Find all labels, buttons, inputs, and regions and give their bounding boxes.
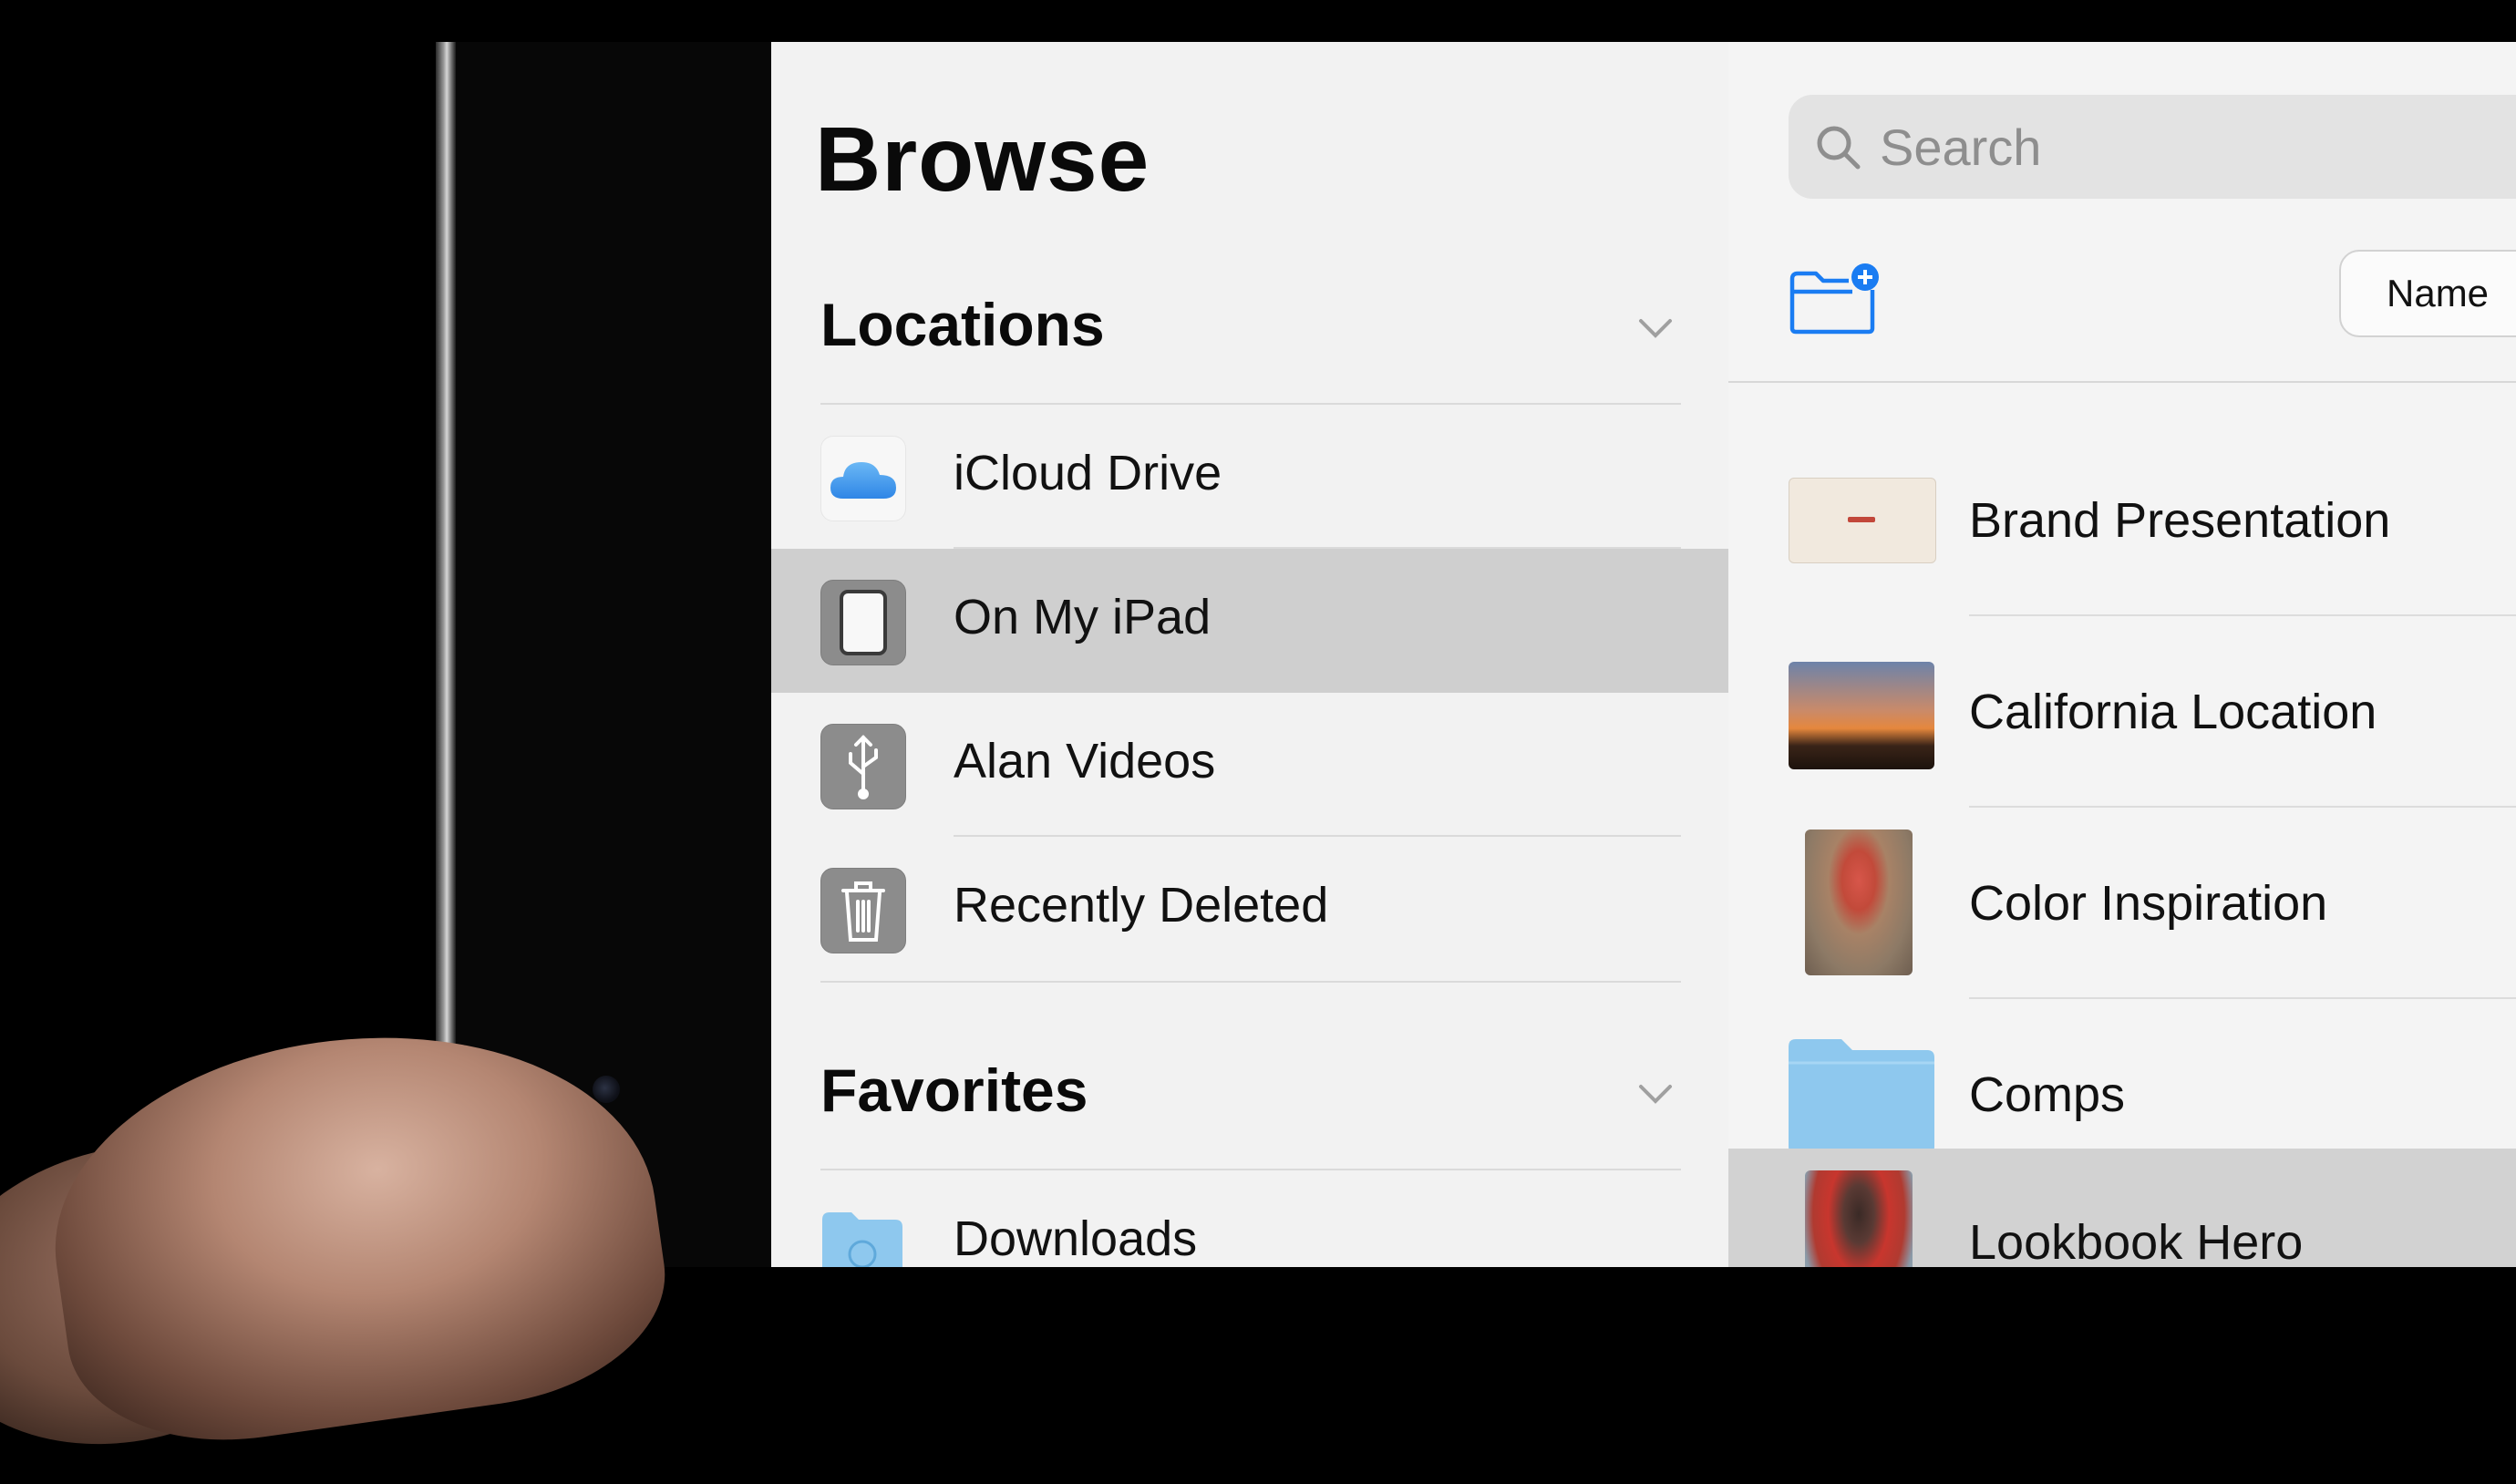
- cloud-icon: [820, 436, 906, 521]
- file-name: Color Inspiration: [1969, 876, 2328, 931]
- trash-icon: [820, 868, 906, 953]
- file-row-color-inspiration[interactable]: Color Inspiration: [1728, 808, 2516, 997]
- sidebar-item-downloads[interactable]: Downloads: [771, 1170, 1728, 1267]
- sidebar-item-label: On My iPad: [954, 590, 1212, 644]
- portrait-photo-thumbnail: [1805, 1170, 1913, 1267]
- downloads-folder-icon: [820, 1201, 904, 1267]
- favorites-collapse-chevron-icon[interactable]: [1634, 1072, 1677, 1116]
- sidebar-item-label: iCloud Drive: [954, 446, 1222, 500]
- file-row-california-location[interactable]: California Location: [1728, 616, 2516, 806]
- search-bar[interactable]: [1789, 95, 2516, 199]
- usb-icon: [820, 724, 906, 809]
- sunset-photo-thumbnail: [1789, 662, 1934, 769]
- search-icon: [1810, 119, 1865, 174]
- sidebar-item-label: Recently Deleted: [954, 878, 1329, 933]
- divider: [1728, 381, 2516, 383]
- file-name: Lookbook Hero: [1969, 1215, 2304, 1267]
- new-folder-button[interactable]: [1789, 259, 1883, 335]
- sidebar-item-alan-videos[interactable]: Alan Videos: [771, 693, 1728, 837]
- sidebar-item-on-my-ipad[interactable]: On My iPad: [771, 549, 1728, 693]
- folder-icon: [1789, 1036, 1934, 1154]
- favorites-header[interactable]: Favorites: [820, 1056, 1088, 1125]
- file-row-brand-presentation[interactable]: Brand Presentation: [1728, 425, 2516, 614]
- sidebar: Browse Locations iCloud Drive On My iPad: [771, 42, 1730, 1267]
- locations-header[interactable]: Locations: [820, 290, 1105, 359]
- file-browser: Name Brand Presentation California Locat…: [1728, 42, 2516, 1267]
- sidebar-item-label: Alan Videos: [954, 734, 1216, 788]
- search-input[interactable]: [1878, 116, 2516, 178]
- presentation-thumbnail: [1789, 478, 1936, 563]
- file-row-lookbook-hero[interactable]: Lookbook Hero: [1728, 1149, 2516, 1267]
- sidebar-item-recently-deleted[interactable]: Recently Deleted: [771, 837, 1728, 981]
- locations-collapse-chevron-icon[interactable]: [1634, 306, 1677, 350]
- divider: [820, 981, 1681, 983]
- sidebar-item-icloud-drive[interactable]: iCloud Drive: [771, 405, 1728, 549]
- ipad-icon: [820, 580, 906, 665]
- sort-by-name-button[interactable]: Name: [2339, 250, 2516, 337]
- file-name: Brand Presentation: [1969, 493, 2391, 548]
- sidebar-item-label: Downloads: [954, 1211, 1198, 1266]
- files-app-screen: Browse Locations iCloud Drive On My iPad: [771, 42, 2516, 1267]
- file-name: California Location: [1969, 685, 2377, 739]
- front-camera: [593, 1076, 620, 1103]
- flower-photo-thumbnail: [1805, 830, 1913, 975]
- file-name: Comps: [1969, 1067, 2126, 1122]
- page-title: Browse: [815, 108, 1150, 211]
